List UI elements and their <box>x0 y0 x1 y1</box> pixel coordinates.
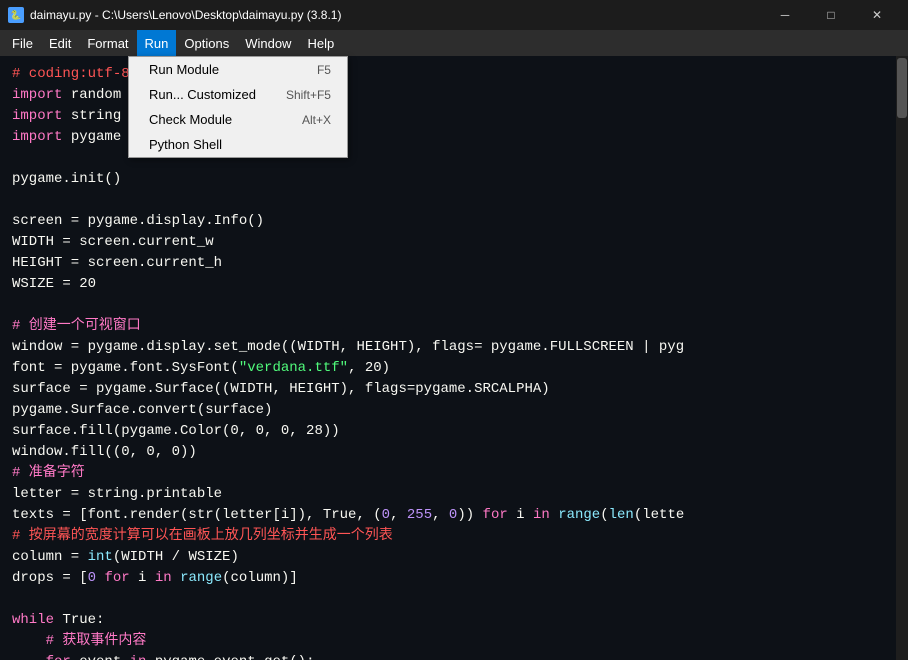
dropdown-check-module[interactable]: Check Module Alt+X <box>129 107 347 132</box>
run-dropdown: Run Module F5 Run... Customized Shift+F5… <box>128 56 348 158</box>
dropdown-check-module-shortcut: Alt+X <box>302 113 331 127</box>
menu-edit[interactable]: Edit <box>41 30 79 56</box>
close-button[interactable]: ✕ <box>854 0 900 30</box>
code-line-12 <box>12 295 896 316</box>
minimize-button[interactable]: ─ <box>762 0 808 30</box>
window-title: daimayu.py - C:\Users\Lenovo\Desktop\dai… <box>30 8 341 22</box>
code-line-8: screen = pygame.display.Info() <box>12 211 896 232</box>
code-line-7 <box>12 190 896 211</box>
code-line-9: WIDTH = screen.current_w <box>12 232 896 253</box>
menu-format[interactable]: Format <box>79 30 136 56</box>
code-line-20: # 准备字符 <box>12 463 896 484</box>
code-line-23: # 按屏幕的宽度计算可以在画板上放几列坐标并生成一个列表 <box>12 526 896 547</box>
code-line-6: pygame.init() <box>12 169 896 190</box>
app-icon: 🐍 <box>8 7 24 23</box>
code-line-10: HEIGHT = screen.current_h <box>12 253 896 274</box>
code-line-16: surface = pygame.Surface((WIDTH, HEIGHT)… <box>12 379 896 400</box>
code-line-13: # 创建一个可视窗口 <box>12 316 896 337</box>
title-bar: 🐍 daimayu.py - C:\Users\Lenovo\Desktop\d… <box>0 0 908 30</box>
menu-run[interactable]: Run <box>137 30 177 56</box>
code-line-27: while True: <box>12 610 896 631</box>
code-line-28: # 获取事件内容 <box>12 631 896 652</box>
dropdown-python-shell-label: Python Shell <box>149 137 222 152</box>
scrollbar-thumb[interactable] <box>897 58 907 118</box>
code-line-22: texts = [font.render(str(letter[i]), Tru… <box>12 505 896 526</box>
code-line-19: window.fill((0, 0, 0)) <box>12 442 896 463</box>
dropdown-python-shell[interactable]: Python Shell <box>129 132 347 157</box>
app-icon-label: 🐍 <box>10 10 21 21</box>
maximize-button[interactable]: □ <box>808 0 854 30</box>
dropdown-run-customized-shortcut: Shift+F5 <box>286 88 331 102</box>
code-line-11: WSIZE = 20 <box>12 274 896 295</box>
code-line-15: font = pygame.font.SysFont("verdana.ttf"… <box>12 358 896 379</box>
dropdown-run-module[interactable]: Run Module F5 <box>129 57 347 82</box>
dropdown-run-module-shortcut: F5 <box>317 63 331 77</box>
dropdown-check-module-label: Check Module <box>149 112 232 127</box>
menu-file[interactable]: File <box>4 30 41 56</box>
code-line-21: letter = string.printable <box>12 484 896 505</box>
menu-options[interactable]: Options <box>176 30 237 56</box>
title-bar-controls: ─ □ ✕ <box>762 0 900 30</box>
menu-bar: File Edit Format Run Options Window Help… <box>0 30 908 56</box>
menu-window[interactable]: Window <box>237 30 299 56</box>
code-line-14: window = pygame.display.set_mode((WIDTH,… <box>12 337 896 358</box>
dropdown-run-module-label: Run Module <box>149 62 219 77</box>
scrollbar[interactable] <box>896 56 908 660</box>
code-line-26 <box>12 589 896 610</box>
title-bar-left: 🐍 daimayu.py - C:\Users\Lenovo\Desktop\d… <box>8 7 341 23</box>
code-line-18: surface.fill(pygame.Color(0, 0, 0, 28)) <box>12 421 896 442</box>
code-line-25: drops = [0 for i in range(column)] <box>12 568 896 589</box>
code-line-29: for event in pygame.event.get(): <box>12 652 896 660</box>
code-line-24: column = int(WIDTH / WSIZE) <box>12 547 896 568</box>
dropdown-run-customized-label: Run... Customized <box>149 87 256 102</box>
menu-help[interactable]: Help <box>299 30 342 56</box>
code-line-17: pygame.Surface.convert(surface) <box>12 400 896 421</box>
dropdown-run-customized[interactable]: Run... Customized Shift+F5 <box>129 82 347 107</box>
